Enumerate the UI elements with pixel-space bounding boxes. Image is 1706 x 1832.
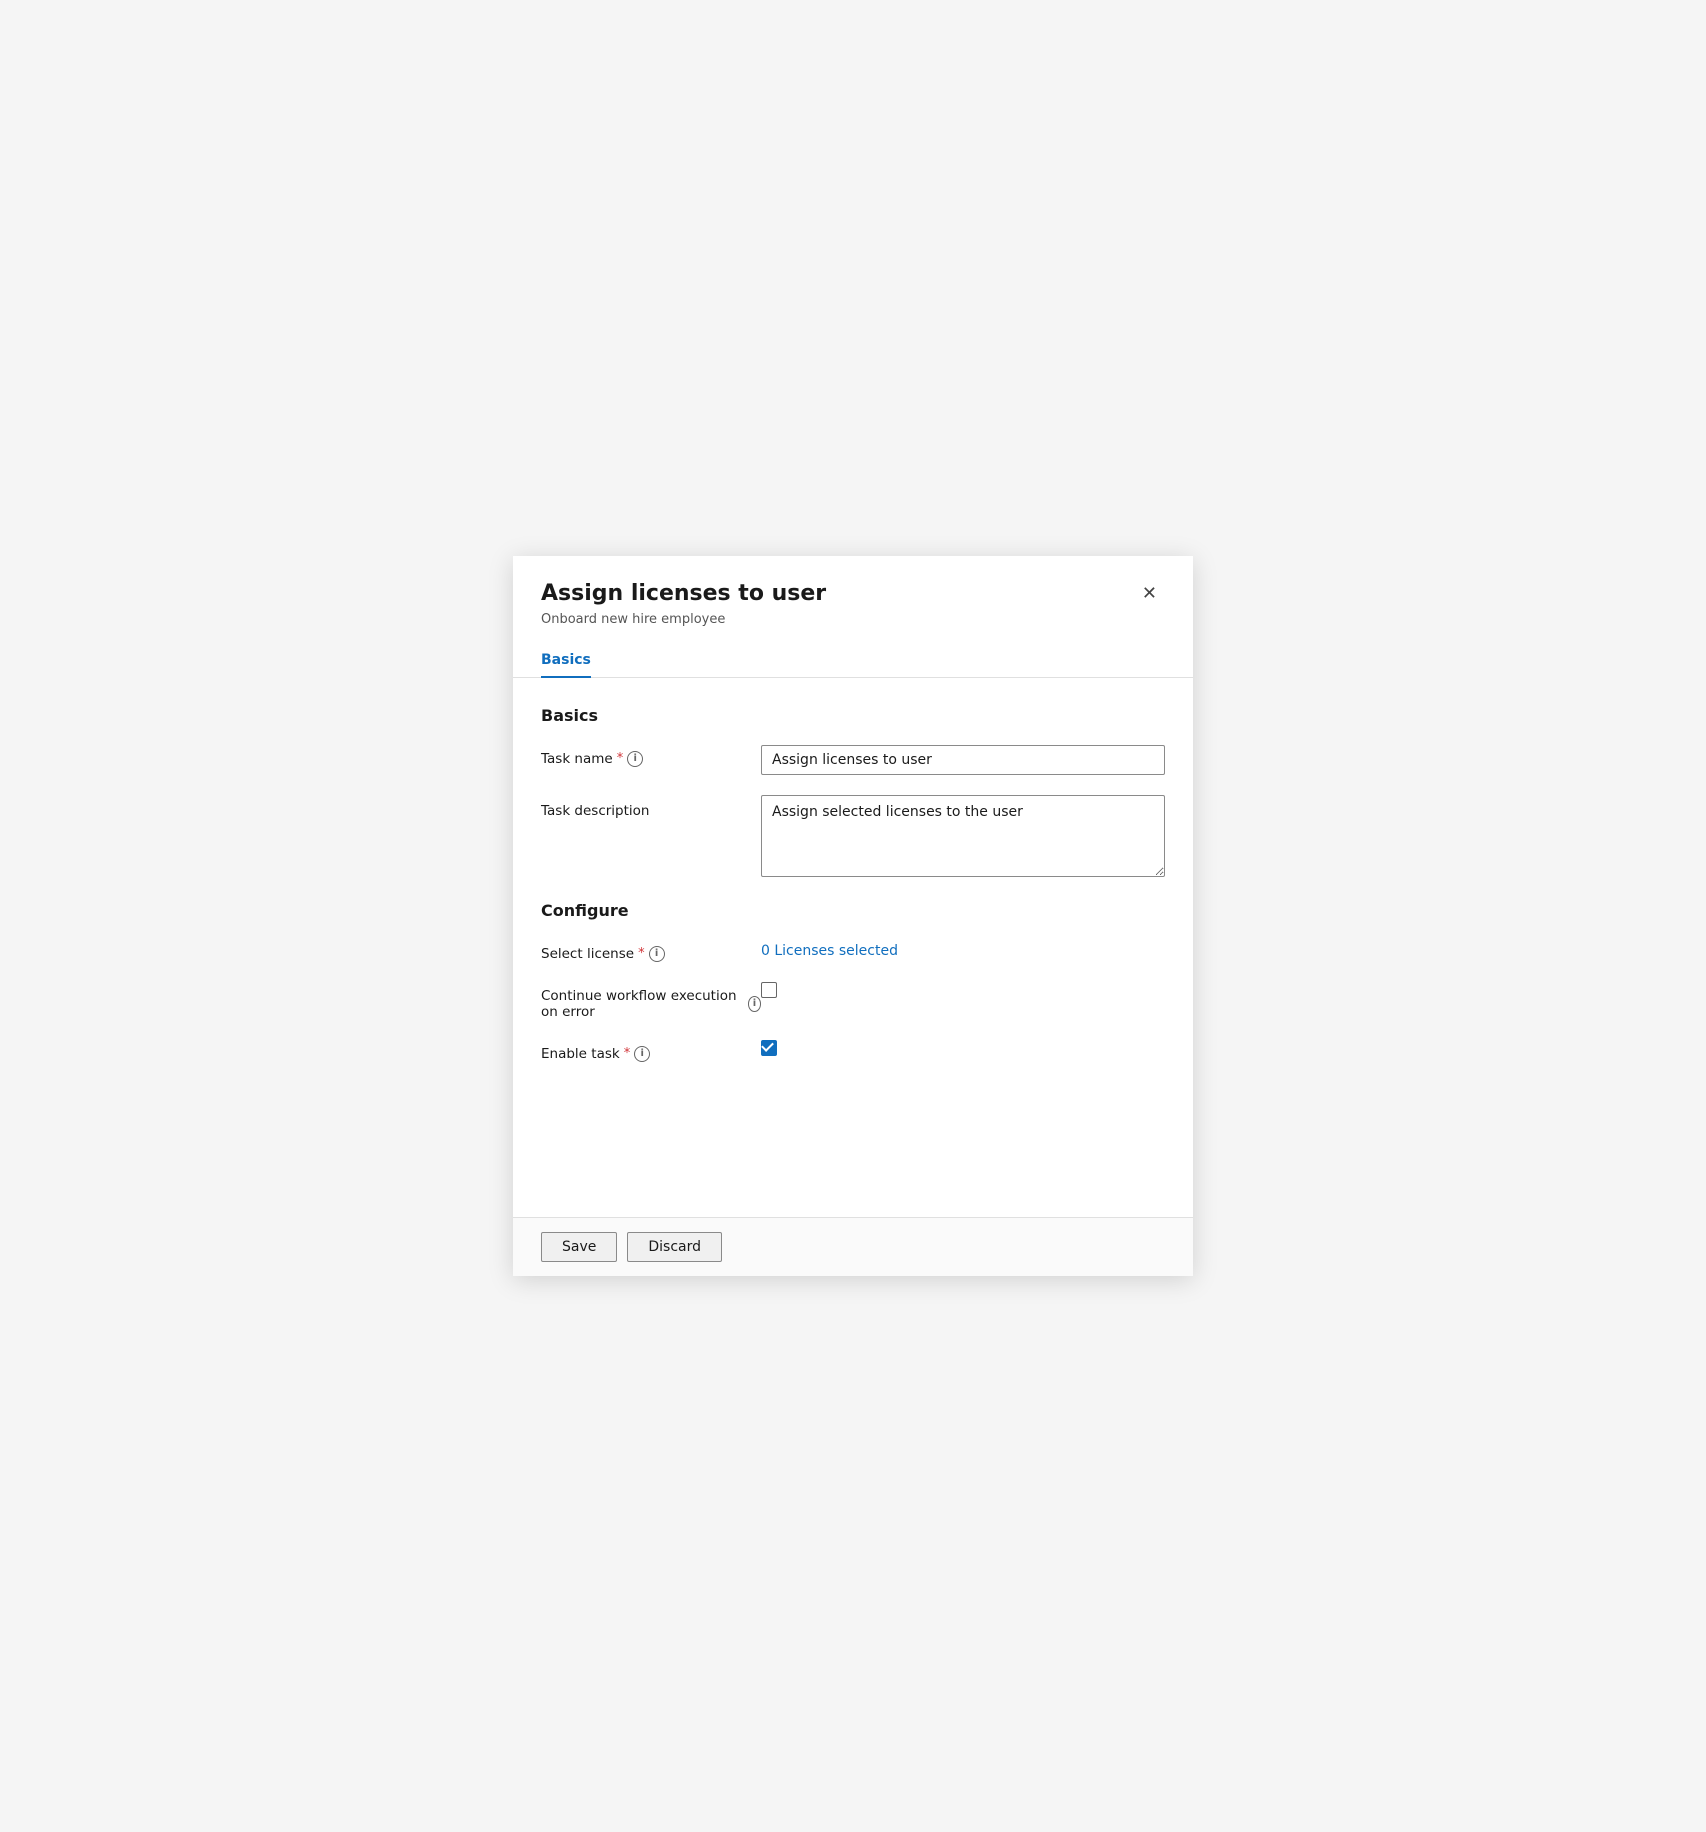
enable-task-required: *	[624, 1046, 631, 1061]
assign-licenses-dialog: Assign licenses to user Onboard new hire…	[513, 556, 1193, 1276]
continue-workflow-row: Continue workflow execution on error i	[541, 982, 1165, 1020]
enable-task-control	[761, 1040, 1165, 1056]
enable-task-info-icon[interactable]: i	[634, 1046, 650, 1062]
configure-section: Configure Select license * i 0 Licenses …	[541, 901, 1165, 1062]
dialog-subtitle: Onboard new hire employee	[541, 612, 826, 627]
licenses-selected-link[interactable]: 0 Licenses selected	[761, 943, 898, 959]
select-license-label: Select license * i	[541, 940, 761, 962]
continue-workflow-checkbox[interactable]	[761, 982, 777, 998]
select-license-control: 0 Licenses selected	[761, 940, 1165, 959]
save-button[interactable]: Save	[541, 1232, 617, 1262]
task-name-required: *	[617, 751, 624, 766]
enable-task-row: Enable task * i	[541, 1040, 1165, 1062]
task-description-row: Task description Assign selected license…	[541, 795, 1165, 881]
configure-section-heading: Configure	[541, 901, 1165, 920]
tab-basics[interactable]: Basics	[541, 644, 591, 678]
tabs-bar: Basics	[513, 643, 1193, 678]
close-button[interactable]: ✕	[1134, 580, 1165, 606]
continue-workflow-control	[761, 982, 1165, 998]
enable-task-label: Enable task * i	[541, 1040, 761, 1062]
task-name-label: Task name * i	[541, 745, 761, 767]
task-description-control: Assign selected licenses to the user	[761, 795, 1165, 881]
continue-workflow-info-icon[interactable]: i	[748, 996, 761, 1012]
select-license-info-icon[interactable]: i	[649, 946, 665, 962]
task-description-label: Task description	[541, 795, 761, 819]
select-license-required: *	[638, 946, 645, 961]
basics-section-heading: Basics	[541, 706, 1165, 725]
discard-button[interactable]: Discard	[627, 1232, 722, 1262]
enable-task-checkbox[interactable]	[761, 1040, 777, 1056]
task-name-control	[761, 745, 1165, 775]
dialog-body: Basics Task name * i Task description As…	[513, 678, 1193, 1217]
dialog-title-block: Assign licenses to user Onboard new hire…	[541, 580, 826, 627]
task-description-input[interactable]: Assign selected licenses to the user	[761, 795, 1165, 877]
task-name-info-icon[interactable]: i	[627, 751, 643, 767]
select-license-row: Select license * i 0 Licenses selected	[541, 940, 1165, 962]
close-icon: ✕	[1142, 584, 1157, 602]
dialog-footer: Save Discard	[513, 1218, 1193, 1276]
continue-workflow-label: Continue workflow execution on error i	[541, 982, 761, 1020]
task-name-row: Task name * i	[541, 745, 1165, 775]
dialog-title: Assign licenses to user	[541, 580, 826, 609]
task-name-input[interactable]	[761, 745, 1165, 775]
dialog-header: Assign licenses to user Onboard new hire…	[513, 556, 1193, 643]
